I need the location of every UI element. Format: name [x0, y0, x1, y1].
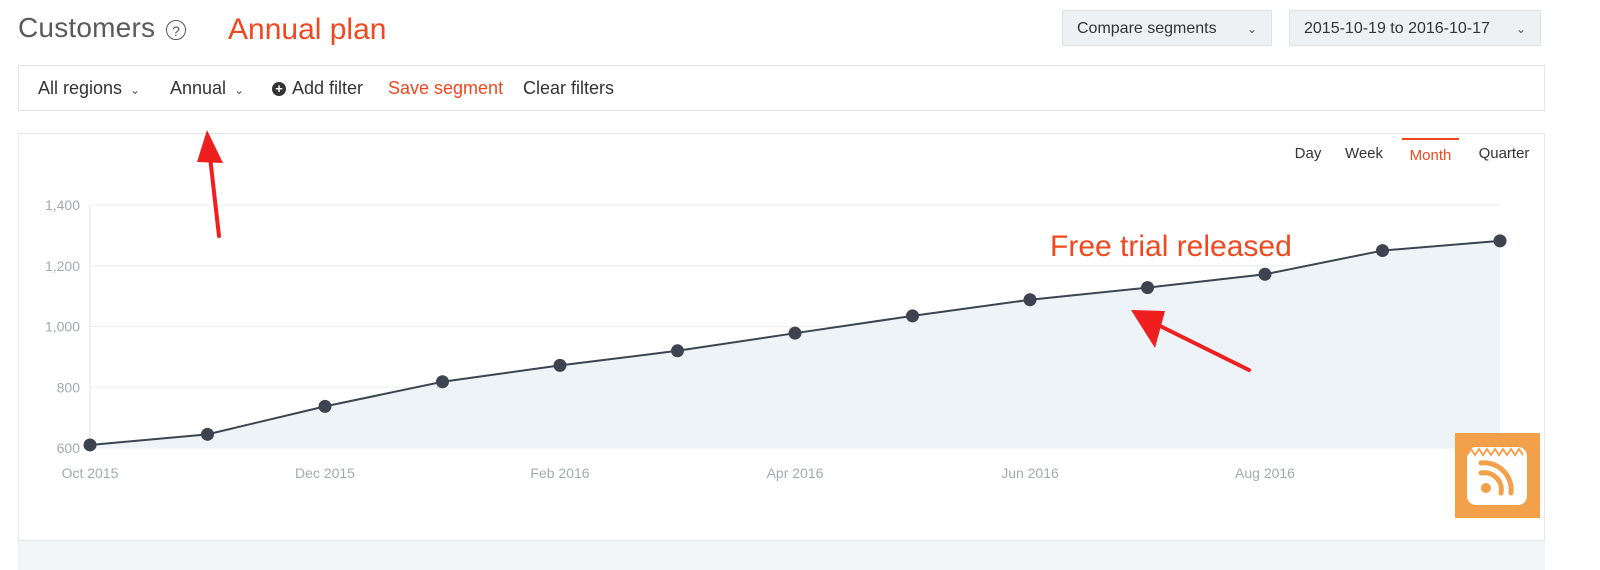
clear-filters-button[interactable]: Clear filters: [523, 66, 614, 110]
tab-week[interactable]: Week: [1340, 138, 1388, 172]
rss-feed-icon: [1466, 447, 1527, 505]
add-filter-button[interactable]: + Add filter: [272, 66, 363, 110]
plan-filter-dropdown[interactable]: Annual ⌄: [170, 66, 244, 112]
tab-day[interactable]: Day: [1288, 138, 1328, 172]
plan-filter-label: Annual: [170, 78, 227, 98]
tab-month[interactable]: Month: [1402, 138, 1459, 172]
annotation-annual-plan: Annual plan: [228, 13, 387, 46]
compare-segments-dropdown[interactable]: Compare segments ⌄: [1062, 10, 1272, 46]
filter-bar: All regions ⌄ Annual ⌄ + Add filter Save se…: [18, 65, 1545, 111]
question-circle-icon[interactable]: ?: [166, 20, 186, 40]
add-filter-label: Add filter: [292, 78, 364, 98]
chart-panel: [18, 133, 1545, 563]
compare-segments-label: Compare segments: [1077, 20, 1217, 37]
date-range-label: 2015-10-19 to 2016-10-17: [1304, 20, 1490, 37]
rss-feed-badge[interactable]: [1455, 433, 1540, 518]
date-range-dropdown[interactable]: 2015-10-19 to 2016-10-17 ⌄: [1289, 10, 1541, 46]
chart-footer: [18, 540, 1545, 570]
chevron-down-icon: ⌄: [1246, 22, 1257, 36]
save-segment-button[interactable]: Save segment: [388, 66, 503, 110]
region-filter-dropdown[interactable]: All regions ⌄: [38, 66, 140, 112]
page-title: Customers: [18, 12, 156, 43]
tab-quarter[interactable]: Quarter: [1472, 138, 1536, 172]
chevron-down-icon: ⌄: [234, 83, 245, 97]
chevron-down-icon: ⌄: [130, 83, 141, 97]
region-filter-label: All regions: [38, 78, 123, 98]
plus-circle-icon: +: [272, 82, 286, 96]
chevron-down-icon: ⌄: [1515, 22, 1526, 36]
